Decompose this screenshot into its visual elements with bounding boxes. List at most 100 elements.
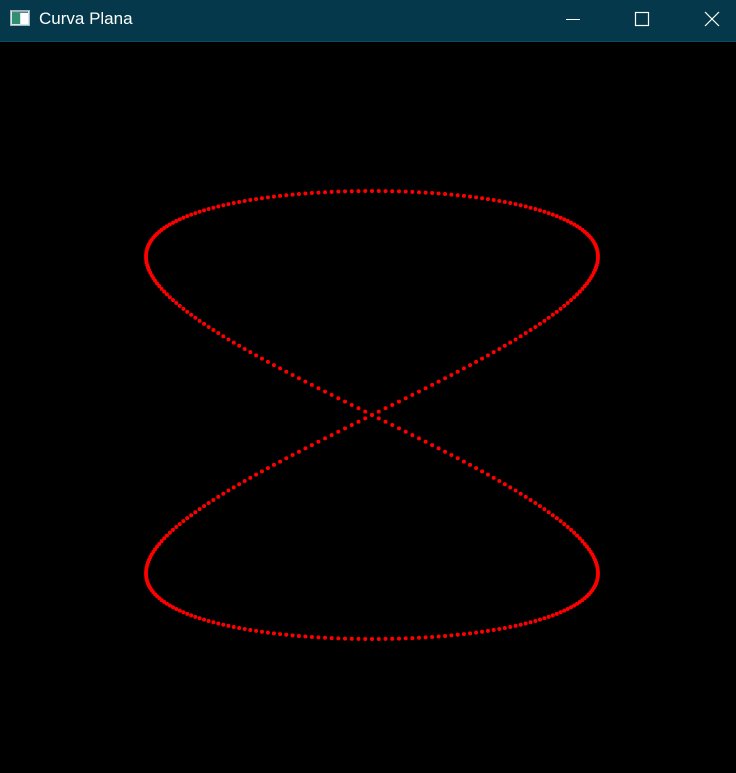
curve-point	[221, 203, 226, 208]
curve-point	[237, 199, 242, 204]
curve-point	[403, 396, 408, 401]
curve-point	[533, 618, 538, 623]
curve-point	[376, 409, 381, 414]
curve-point	[443, 192, 448, 197]
curve-point	[248, 350, 253, 355]
curve-point	[410, 392, 415, 397]
curve-point	[231, 485, 236, 490]
curve-point	[363, 416, 368, 421]
curve-point	[259, 629, 264, 634]
curve-point	[271, 194, 276, 199]
curve-point	[558, 215, 563, 220]
curve-point	[363, 189, 368, 194]
curve-point	[562, 303, 567, 308]
curve-point	[396, 636, 401, 641]
curve-point	[284, 369, 289, 374]
close-button[interactable]	[689, 0, 735, 38]
curve-point	[550, 312, 555, 317]
curve-point	[349, 636, 354, 641]
curve-point	[430, 443, 435, 448]
curve-point	[242, 627, 247, 632]
curve-point	[167, 295, 172, 300]
curve-point	[336, 429, 341, 434]
curve-point	[349, 189, 354, 194]
maximize-icon	[634, 11, 650, 27]
curve-point	[562, 217, 567, 222]
curve-point	[518, 203, 523, 208]
curve-point	[278, 193, 283, 198]
curve-point	[455, 193, 460, 198]
curve-point	[221, 622, 226, 627]
curve-point	[329, 433, 334, 438]
curve-point	[396, 426, 401, 431]
curve-point	[497, 627, 502, 632]
curve-point	[303, 446, 308, 451]
curve-point	[423, 386, 428, 391]
curve-point	[502, 199, 507, 204]
curve-point	[430, 191, 435, 196]
curve-point	[237, 626, 242, 631]
curve-point	[177, 217, 182, 222]
curve-point	[231, 624, 236, 629]
curve-point	[383, 406, 388, 411]
curve-point	[309, 191, 314, 196]
drawing-canvas[interactable]	[0, 43, 736, 773]
curve-point	[356, 189, 361, 194]
curve-point	[206, 501, 211, 506]
curve-point	[248, 197, 253, 202]
curve-point	[513, 337, 518, 342]
curve-point	[416, 635, 421, 640]
curve-point	[170, 527, 175, 532]
curve-point	[164, 533, 169, 538]
curve-point	[508, 201, 513, 206]
curve-point	[565, 606, 570, 611]
curve-point	[309, 443, 314, 448]
curve-point	[554, 611, 559, 616]
curve-point	[271, 363, 276, 368]
curve-point	[185, 516, 190, 521]
curve-point	[542, 507, 547, 512]
curve-point	[537, 617, 542, 622]
curve-point	[193, 614, 198, 619]
curve-point	[356, 406, 361, 411]
curve-point	[177, 608, 182, 613]
curve-point	[468, 363, 473, 368]
curve-point	[254, 197, 259, 202]
window-title: Curva Plana	[39, 9, 133, 28]
curve-point	[383, 189, 388, 194]
curve-point	[370, 637, 374, 641]
curve-point	[193, 315, 198, 320]
curve-point	[185, 611, 190, 616]
curve-point	[189, 513, 194, 518]
curve-point	[546, 211, 551, 216]
curve-point	[455, 632, 460, 637]
curve-point	[565, 301, 570, 305]
curve-point	[468, 631, 473, 636]
curve-point	[390, 189, 395, 194]
curve-point	[303, 379, 308, 384]
maximize-button[interactable]	[619, 0, 665, 38]
curve-point	[164, 292, 169, 297]
curve-point	[443, 633, 448, 638]
curve-point	[237, 343, 242, 348]
curve-point	[528, 205, 533, 210]
curve-point	[329, 189, 334, 194]
curve-point	[480, 356, 485, 361]
curve-point	[403, 636, 408, 641]
curve-point	[523, 331, 528, 336]
curve-point	[197, 616, 202, 621]
curve-point	[546, 614, 551, 619]
curve-point	[296, 376, 301, 381]
curve-point	[562, 522, 567, 527]
curve-point	[370, 189, 374, 193]
minimize-button[interactable]	[550, 0, 596, 38]
curve-point	[296, 633, 301, 638]
curve-point	[177, 303, 182, 308]
curve-point	[528, 497, 533, 502]
curve-point	[231, 201, 236, 206]
title-bar[interactable]: Curva Plana	[0, 0, 736, 42]
window-app-icon[interactable]	[10, 10, 30, 26]
curve-point	[316, 635, 321, 640]
curve-point	[554, 516, 559, 521]
curve-point	[383, 636, 388, 641]
